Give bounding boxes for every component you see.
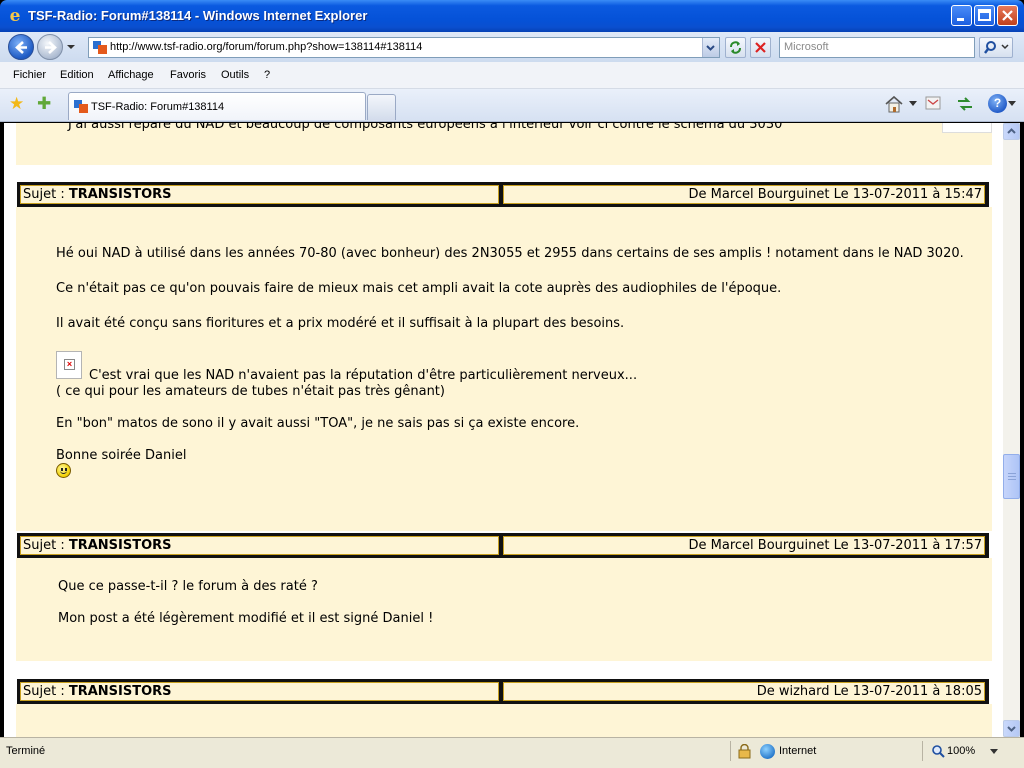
status-divider — [730, 741, 731, 761]
forward-arrow-icon — [45, 41, 57, 54]
chevron-down-icon[interactable] — [909, 101, 917, 107]
post-header: Sujet : TRANSISTORS De Marcel Bourguinet… — [17, 182, 989, 207]
home-icon[interactable] — [884, 95, 904, 113]
subject-title: TRANSISTORS — [68, 538, 172, 553]
scroll-thumb[interactable] — [1003, 454, 1020, 499]
post-text: J'ai aussi réparé du NAD et beaucoup de … — [68, 123, 783, 132]
subject-label: Sujet : — [23, 187, 69, 202]
menu-affichage[interactable]: Affichage — [108, 69, 154, 81]
post-previous: J'ai aussi réparé du NAD et beaucoup de … — [16, 123, 992, 165]
search-input[interactable]: Microsoft — [779, 37, 975, 58]
globe-icon — [760, 744, 775, 759]
status-bar: Terminé Internet 100% — [0, 737, 1024, 768]
post-meta: De Marcel Bourguinet Le 13-07-2011 à 17:… — [503, 536, 985, 555]
help-icon[interactable]: ? — [988, 94, 1007, 113]
minimize-icon — [957, 18, 964, 21]
chevron-up-icon — [1007, 128, 1016, 134]
favorites-star-icon[interactable]: ★ — [9, 95, 24, 113]
scroll-down-button[interactable] — [1003, 720, 1020, 737]
search-placeholder: Microsoft — [784, 41, 829, 53]
chevron-down-icon — [1007, 726, 1016, 732]
subject-title: TRANSISTORS — [68, 187, 172, 202]
maximize-icon — [978, 9, 991, 21]
address-url: http://www.tsf-radio.org/forum/forum.php… — [110, 41, 423, 53]
menu-help[interactable]: ? — [264, 69, 270, 81]
vertical-scrollbar[interactable] — [1003, 123, 1020, 737]
address-field[interactable]: http://www.tsf-radio.org/forum/forum.php… — [88, 37, 720, 58]
window-title: TSF-Radio: Forum#138114 - Windows Intern… — [28, 8, 368, 23]
menu-fichier[interactable]: Fichier — [13, 69, 46, 81]
post-header: Sujet : TRANSISTORS De Marcel Bourguinet… — [17, 533, 989, 558]
search-icon — [984, 41, 1009, 54]
add-favorites-icon[interactable]: ✚ — [37, 95, 51, 113]
stop-icon — [755, 42, 766, 53]
refresh-button[interactable] — [725, 37, 746, 58]
page-viewport: J'ai aussi réparé du NAD et beaucoup de … — [4, 123, 1003, 737]
menu-favoris[interactable]: Favoris — [170, 69, 206, 81]
smiley-icon — [56, 463, 71, 478]
post-line: En "bon" matos de sono il y avait aussi … — [56, 416, 580, 431]
back-arrow-icon — [15, 41, 27, 54]
site-favicon-icon — [74, 100, 88, 113]
post-subject: Sujet : TRANSISTORS — [20, 185, 499, 204]
maximize-button[interactable] — [974, 5, 995, 26]
post-header: Sujet : TRANSISTORS De wizhard Le 13-07-… — [17, 679, 989, 704]
address-toolbar: http://www.tsf-radio.org/forum/forum.php… — [0, 32, 1024, 62]
subject-label: Sujet : — [23, 684, 69, 699]
status-text: Terminé — [6, 745, 46, 757]
menu-edition[interactable]: Edition — [60, 69, 94, 81]
subject-label: Sujet : — [23, 538, 69, 553]
post-line: Que ce passe-t-il ? le forum à des raté … — [58, 579, 318, 594]
post-body: Hé oui NAD à utilisé dans les années 70-… — [16, 207, 992, 531]
subject-title: TRANSISTORS — [68, 684, 172, 699]
post-body: Que ce passe-t-il ? le forum à des raté … — [16, 558, 992, 661]
post-body — [16, 704, 992, 737]
back-button[interactable] — [8, 34, 34, 60]
address-dropdown-button[interactable] — [702, 38, 719, 57]
chevron-down-icon[interactable] — [1008, 101, 1016, 107]
post-subject: Sujet : TRANSISTORS — [20, 682, 499, 701]
tab-title: TSF-Radio: Forum#138114 — [91, 101, 225, 113]
post-line: C'est vrai que les NAD n'avaient pas la … — [89, 368, 638, 383]
feeds-icon[interactable] — [925, 96, 941, 110]
tab-forum[interactable]: TSF-Radio: Forum#138114 — [68, 92, 366, 120]
menu-outils[interactable]: Outils — [221, 69, 249, 81]
schematic-thumbnail[interactable] — [942, 123, 992, 133]
broken-image-icon: × — [56, 351, 82, 379]
security-zone[interactable]: Internet — [779, 745, 816, 757]
post-line: Bonne soirée Daniel — [56, 448, 187, 463]
post-line: Il avait été conçu sans fioritures et a … — [56, 316, 625, 331]
search-button[interactable] — [979, 37, 1013, 58]
tab-bar: ★ ✚ TSF-Radio: Forum#138114 ? — [0, 89, 1024, 122]
ie-logo-icon: e — [9, 6, 21, 26]
status-divider — [922, 741, 923, 761]
close-button[interactable] — [997, 5, 1018, 26]
security-lock-icon[interactable] — [737, 744, 752, 759]
zoom-icon[interactable] — [931, 744, 945, 758]
close-icon — [1002, 10, 1013, 21]
refresh-icon — [730, 41, 741, 54]
window-title-bar[interactable]: e TSF-Radio: Forum#138114 - Windows Inte… — [0, 0, 1024, 32]
site-favicon-icon — [93, 41, 107, 54]
chevron-down-icon — [706, 45, 715, 51]
menu-bar: Fichier Edition Affichage Favoris Outils… — [0, 62, 1024, 89]
post-line: ( ce qui pour les amateurs de tubes n'ét… — [56, 384, 445, 399]
history-dropdown-icon[interactable] — [66, 42, 76, 52]
scroll-up-button[interactable] — [1003, 123, 1020, 140]
post-meta: De Marcel Bourguinet Le 13-07-2011 à 15:… — [503, 185, 985, 204]
minimize-button[interactable] — [951, 5, 972, 26]
post-meta: De wizhard Le 13-07-2011 à 18:05 — [503, 682, 985, 701]
forward-button[interactable] — [37, 34, 63, 60]
zoom-level[interactable]: 100% — [947, 745, 975, 757]
chevron-down-icon[interactable] — [990, 749, 998, 755]
new-tab-button[interactable] — [367, 94, 396, 120]
post-subject: Sujet : TRANSISTORS — [20, 536, 499, 555]
post-line: Ce n'était pas ce qu'on pouvais faire de… — [56, 281, 782, 296]
post-line: Hé oui NAD à utilisé dans les années 70-… — [56, 246, 964, 261]
tools-icon[interactable] — [956, 96, 974, 112]
post-line: Mon post a été légèrement modifié et il … — [58, 611, 434, 626]
stop-button[interactable] — [750, 37, 771, 58]
